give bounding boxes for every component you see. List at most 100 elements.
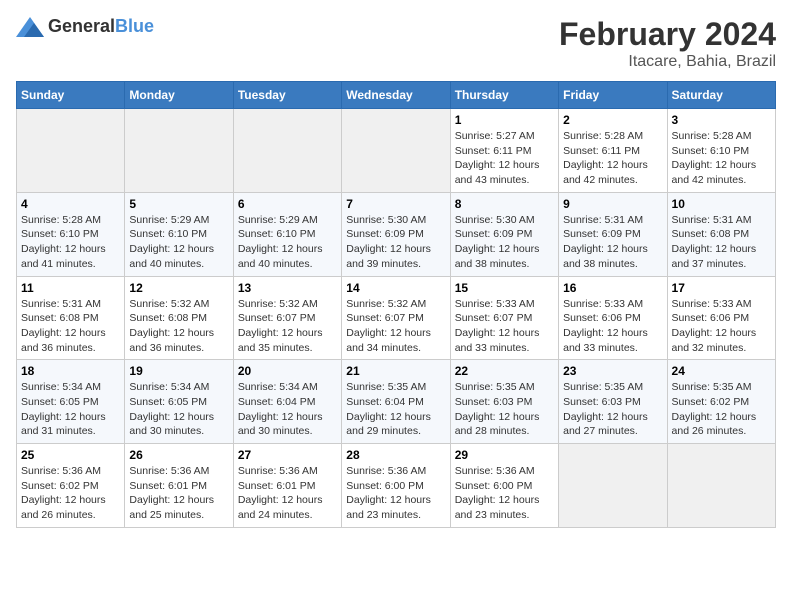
header-saturday: Saturday [667,82,775,109]
day-cell: 9 Sunrise: 5:31 AMSunset: 6:09 PMDaylight… [559,192,667,276]
calendar-table: SundayMondayTuesdayWednesdayThursdayFrid… [16,81,776,528]
logo-blue: Blue [115,16,154,36]
day-number: 27 [238,448,337,462]
day-cell: 20 Sunrise: 5:34 AMSunset: 6:04 PMDayligh… [233,360,341,444]
day-number: 24 [672,364,771,378]
month-title: February 2024 [559,16,776,53]
day-number: 17 [672,281,771,295]
day-cell: 15Sunrise: 5:33 AMSunset: 6:07 PMDayligh… [450,276,558,360]
day-info: Sunrise: 5:31 AMSunset: 6:08 PMDaylight:… [672,213,771,272]
week-row-4: 18 Sunrise: 5:34 AMSunset: 6:05 PMDayligh… [17,360,776,444]
day-cell [125,109,233,193]
header-wednesday: Wednesday [342,82,450,109]
week-row-3: 11 Sunrise: 5:31 AMSunset: 6:08 PMDayligh… [17,276,776,360]
day-info: Sunrise: 5:36 AMSunset: 6:00 PMDaylight:… [346,464,445,523]
day-cell: 28 Sunrise: 5:36 AMSunset: 6:00 PMDayligh… [342,444,450,528]
location-title: Itacare, Bahia, Brazil [559,53,776,71]
day-number: 1 [455,113,554,127]
day-info: Sunrise: 5:36 AMSunset: 6:02 PMDaylight:… [21,464,120,523]
day-number: 10 [672,197,771,211]
day-info: Sunrise: 5:36 AMSunset: 6:01 PMDaylight:… [129,464,228,523]
day-cell: 7 Sunrise: 5:30 AMSunset: 6:09 PMDaylight… [342,192,450,276]
day-cell: 6 Sunrise: 5:29 AMSunset: 6:10 PMDaylight… [233,192,341,276]
day-cell: 29 Sunrise: 5:36 AMSunset: 6:00 PMDayligh… [450,444,558,528]
day-cell: 21Sunrise: 5:35 AMSunset: 6:04 PMDayligh… [342,360,450,444]
day-info: Sunrise: 5:36 AMSunset: 6:00 PMDaylight:… [455,464,554,523]
logo-icon [16,17,44,37]
day-info: Sunrise: 5:34 AMSunset: 6:04 PMDaylight:… [238,380,337,439]
day-info: Sunrise: 5:32 AMSunset: 6:07 PMDaylight:… [238,297,337,356]
day-info: Sunrise: 5:31 AMSunset: 6:09 PMDaylight:… [563,213,662,272]
day-info: Sunrise: 5:29 AMSunset: 6:10 PMDaylight:… [238,213,337,272]
day-info: Sunrise: 5:35 AMSunset: 6:03 PMDaylight:… [455,380,554,439]
day-info: Sunrise: 5:35 AMSunset: 6:02 PMDaylight:… [672,380,771,439]
day-info: Sunrise: 5:29 AMSunset: 6:10 PMDaylight:… [129,213,228,272]
day-cell: 16 Sunrise: 5:33 AMSunset: 6:06 PMDayligh… [559,276,667,360]
day-cell: 17 Sunrise: 5:33 AMSunset: 6:06 PMDayligh… [667,276,775,360]
day-number: 15 [455,281,554,295]
day-cell: 27 Sunrise: 5:36 AMSunset: 6:01 PMDayligh… [233,444,341,528]
page-header: GeneralBlue February 2024 Itacare, Bahia… [16,16,776,71]
day-info: Sunrise: 5:35 AMSunset: 6:04 PMDaylight:… [346,380,445,439]
day-cell [233,109,341,193]
day-cell: 24 Sunrise: 5:35 AMSunset: 6:02 PMDayligh… [667,360,775,444]
day-info: Sunrise: 5:28 AMSunset: 6:11 PMDaylight:… [563,129,662,188]
day-info: Sunrise: 5:36 AMSunset: 6:01 PMDaylight:… [238,464,337,523]
day-cell: 1 Sunrise: 5:27 AMSunset: 6:11 PMDaylight… [450,109,558,193]
day-number: 28 [346,448,445,462]
day-number: 2 [563,113,662,127]
day-info: Sunrise: 5:34 AMSunset: 6:05 PMDaylight:… [21,380,120,439]
logo: GeneralBlue [16,16,154,37]
day-number: 25 [21,448,120,462]
day-cell: 5 Sunrise: 5:29 AMSunset: 6:10 PMDaylight… [125,192,233,276]
day-number: 11 [21,281,120,295]
day-cell [667,444,775,528]
day-info: Sunrise: 5:30 AMSunset: 6:09 PMDaylight:… [346,213,445,272]
header-sunday: Sunday [17,82,125,109]
day-info: Sunrise: 5:32 AMSunset: 6:08 PMDaylight:… [129,297,228,356]
day-cell: 19 Sunrise: 5:34 AMSunset: 6:05 PMDayligh… [125,360,233,444]
header-thursday: Thursday [450,82,558,109]
day-cell: 22 Sunrise: 5:35 AMSunset: 6:03 PMDayligh… [450,360,558,444]
day-number: 20 [238,364,337,378]
day-info: Sunrise: 5:33 AMSunset: 6:06 PMDaylight:… [563,297,662,356]
day-number: 23 [563,364,662,378]
day-number: 26 [129,448,228,462]
day-number: 22 [455,364,554,378]
header-monday: Monday [125,82,233,109]
week-row-5: 25 Sunrise: 5:36 AMSunset: 6:02 PMDayligh… [17,444,776,528]
day-number: 18 [21,364,120,378]
day-number: 29 [455,448,554,462]
day-info: Sunrise: 5:34 AMSunset: 6:05 PMDaylight:… [129,380,228,439]
day-cell: 11 Sunrise: 5:31 AMSunset: 6:08 PMDayligh… [17,276,125,360]
day-number: 3 [672,113,771,127]
day-number: 8 [455,197,554,211]
header-friday: Friday [559,82,667,109]
day-number: 6 [238,197,337,211]
day-info: Sunrise: 5:35 AMSunset: 6:03 PMDaylight:… [563,380,662,439]
header-tuesday: Tuesday [233,82,341,109]
week-row-1: 1 Sunrise: 5:27 AMSunset: 6:11 PMDaylight… [17,109,776,193]
day-info: Sunrise: 5:28 AMSunset: 6:10 PMDaylight:… [21,213,120,272]
day-number: 19 [129,364,228,378]
day-number: 16 [563,281,662,295]
day-number: 9 [563,197,662,211]
title-block: February 2024 Itacare, Bahia, Brazil [559,16,776,71]
day-info: Sunrise: 5:27 AMSunset: 6:11 PMDaylight:… [455,129,554,188]
day-info: Sunrise: 5:33 AMSunset: 6:06 PMDaylight:… [672,297,771,356]
day-info: Sunrise: 5:31 AMSunset: 6:08 PMDaylight:… [21,297,120,356]
day-info: Sunrise: 5:30 AMSunset: 6:09 PMDaylight:… [455,213,554,272]
day-cell [559,444,667,528]
calendar-header-row: SundayMondayTuesdayWednesdayThursdayFrid… [17,82,776,109]
day-cell: 13 Sunrise: 5:32 AMSunset: 6:07 PMDayligh… [233,276,341,360]
day-number: 5 [129,197,228,211]
logo-general: General [48,16,115,36]
day-number: 13 [238,281,337,295]
day-number: 4 [21,197,120,211]
week-row-2: 4 Sunrise: 5:28 AMSunset: 6:10 PMDaylight… [17,192,776,276]
day-cell: 26 Sunrise: 5:36 AMSunset: 6:01 PMDayligh… [125,444,233,528]
day-number: 7 [346,197,445,211]
day-cell: 18 Sunrise: 5:34 AMSunset: 6:05 PMDayligh… [17,360,125,444]
day-cell [342,109,450,193]
day-cell: 2 Sunrise: 5:28 AMSunset: 6:11 PMDaylight… [559,109,667,193]
